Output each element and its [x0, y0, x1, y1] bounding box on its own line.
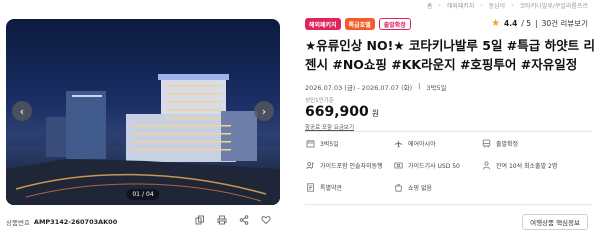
product-info-grid: 3박5일 에어아시아 출발확정 가이드포함 인솔자미동행 가이드기사 USD 5… — [305, 138, 595, 192]
reviews-link[interactable]: 30건 리뷰보기 — [542, 18, 588, 29]
price-unit: 원 — [371, 109, 380, 118]
gallery-counter-total: 04 — [146, 191, 154, 198]
price: 669,900 원 — [305, 104, 379, 120]
chevron-right-icon: › — [511, 1, 514, 9]
tag-overseas-package: 해외패키지 — [305, 18, 341, 30]
chevron-right-icon: › — [438, 1, 441, 9]
gallery-counter: 01 / 04 — [126, 189, 160, 200]
info-special-terms: 특별약관 — [305, 182, 393, 192]
plane-icon — [393, 138, 403, 148]
info-shopping: 쇼핑 없음 — [393, 182, 481, 192]
bus-icon — [481, 138, 491, 148]
price-detail-link[interactable]: 항공료 포함 요금보기 — [305, 123, 354, 131]
info-guide-text: 가이드포함 인솔자미동행 — [320, 162, 383, 170]
star-icon: ★ — [491, 18, 501, 29]
info-seats-text: 잔여 10석 최소출발 2명 — [496, 162, 558, 170]
product-tags: 해외패키지 특급호텔 출발확정 — [305, 18, 411, 30]
hotel-night-photo — [6, 74, 280, 205]
rating-separator: | — [535, 19, 538, 28]
info-duration: 3박5일 — [305, 138, 393, 148]
info-shopping-text: 쇼핑 없음 — [408, 184, 432, 192]
product-code-value: AMP3142-260703AK00 — [33, 218, 118, 226]
product-code-label: 상품번호 — [6, 219, 30, 227]
date-range: 2026.07.03 (금) - 2026.07.07 (화) — [305, 84, 413, 92]
rating-score: 4.4 — [504, 19, 518, 28]
tag-departure-confirmed: 출발확정 — [378, 18, 411, 30]
product-code: 상품번호 AMP3142-260703AK00 — [6, 217, 117, 227]
breadcrumb: 홈 › 해외패키지 › 동남아 › 코타키나발루/쿠알라룸프르 — [427, 0, 588, 10]
info-airline-text: 에어아시아 — [408, 140, 436, 148]
print-icon[interactable] — [216, 214, 228, 226]
contract-icon — [305, 182, 315, 192]
trip-duration: 3박5일 — [426, 84, 447, 92]
breadcrumb-package[interactable]: 해외패키지 — [447, 1, 475, 10]
info-seats: 잔여 10석 최소출발 2명 — [481, 160, 595, 170]
divider — [305, 131, 593, 132]
info-guide-fee-text: 가이드기사 USD 50 — [408, 162, 460, 170]
divider — [305, 204, 593, 205]
gallery-next-button[interactable]: › — [254, 101, 274, 121]
chevron-right-icon: › — [480, 1, 483, 9]
shopping-icon — [393, 182, 403, 192]
breadcrumb-region[interactable]: 동남아 — [489, 1, 506, 10]
copy-icon[interactable] — [194, 214, 206, 226]
tag-luxury-hotel: 특급호텔 — [344, 18, 375, 30]
rating: ★ 4.4 / 5 | 30건 리뷰보기 — [491, 18, 588, 29]
gallery-prev-button[interactable]: ‹ — [12, 101, 32, 121]
info-special-terms-text[interactable]: 특별약관 — [320, 183, 342, 192]
info-airline: 에어아시아 — [393, 138, 481, 148]
chevron-right-icon: › — [261, 104, 267, 118]
info-departure-text: 출발확정 — [496, 140, 519, 148]
product-image-gallery[interactable]: ‹ › 01 / 04 — [6, 19, 280, 205]
person-icon — [481, 160, 491, 170]
breadcrumb-home[interactable]: 홈 — [427, 1, 433, 10]
breadcrumb-city[interactable]: 코타키나발루/쿠알라룸프르 — [520, 1, 588, 10]
calendar-icon — [305, 138, 315, 148]
core-info-button[interactable]: 여행상품 핵심정보 — [522, 214, 588, 230]
product-title: ★유류인상 NO!★ 코타키나발루 5일 #특급 하얏트 리젠시 #NO쇼핑 #… — [305, 38, 595, 72]
info-departure: 출발확정 — [481, 138, 595, 148]
price-basis: 성인1인기준 — [305, 98, 334, 104]
rating-max: / 5 — [521, 19, 532, 28]
heart-icon[interactable] — [260, 214, 272, 226]
gallery-counter-separator: / — [141, 191, 145, 198]
chevron-left-icon: ‹ — [19, 104, 25, 118]
guide-icon — [305, 160, 315, 170]
travel-dates: 2026.07.03 (금) - 2026.07.07 (화) | 3박5일 — [305, 82, 447, 92]
info-guide: 가이드포함 인솔자미동행 — [305, 160, 393, 170]
date-separator: | — [418, 82, 421, 90]
product-actions — [194, 214, 272, 226]
gallery-counter-current: 01 — [132, 191, 140, 198]
share-icon[interactable] — [238, 214, 250, 226]
price-amount: 669,900 — [305, 104, 369, 120]
money-icon — [393, 160, 403, 170]
info-duration-text: 3박5일 — [320, 140, 339, 148]
info-guide-fee: 가이드기사 USD 50 — [393, 160, 481, 170]
